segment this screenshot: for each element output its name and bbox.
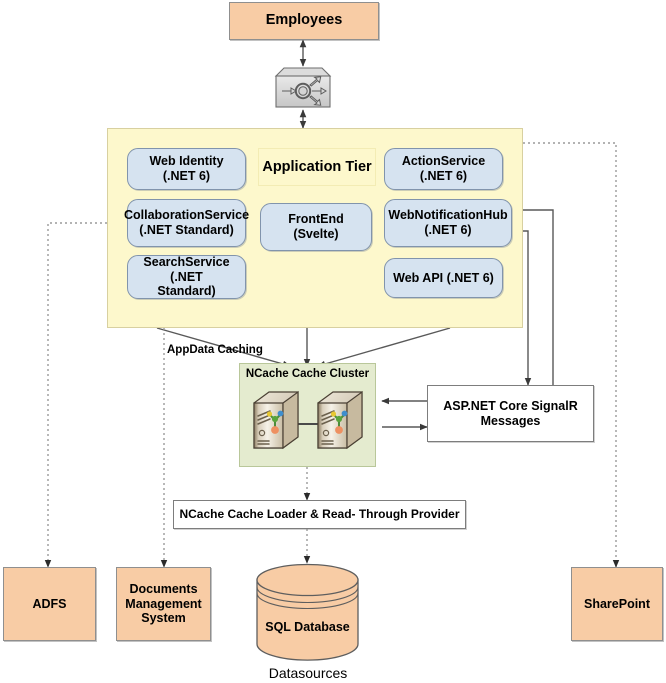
service-collaboration-service[interactable]: CollaborationService (.NET Standard) bbox=[124, 199, 249, 247]
cache-loader-box: NCache Cache Loader & Read- Through Prov… bbox=[173, 500, 466, 529]
server-icon bbox=[249, 389, 303, 451]
datasources-group-label: Datasources bbox=[268, 664, 348, 681]
datasource-adfs: ADFS bbox=[3, 567, 96, 641]
datasource-sql-database-label: SQL Database bbox=[265, 619, 350, 634]
architecture-diagram: Employees Application Tier Web Identity … bbox=[0, 0, 666, 683]
signalr-messages-box: ASP.NET Core SignalR Messages bbox=[427, 385, 594, 442]
datasource-documents-management-system: Documents Management System bbox=[116, 567, 211, 641]
server-icon bbox=[313, 389, 367, 451]
service-frontend[interactable]: FrontEnd (Svelte) bbox=[260, 203, 372, 251]
database-cylinder-icon bbox=[252, 563, 363, 661]
service-action-service[interactable]: ActionService (.NET 6) bbox=[384, 148, 503, 190]
ncache-cache-cluster-title: NCache Cache Cluster bbox=[245, 368, 370, 380]
datasource-sharepoint: SharePoint bbox=[571, 567, 663, 641]
service-web-identity[interactable]: Web Identity (.NET 6) bbox=[127, 148, 246, 190]
employees-box: Employees bbox=[229, 2, 379, 40]
appdata-caching-label: AppData Caching bbox=[167, 344, 263, 356]
router-icon bbox=[266, 66, 340, 110]
application-tier-label: Application Tier bbox=[258, 148, 376, 186]
service-web-notification-hub[interactable]: WebNotificationHub (.NET 6) bbox=[384, 199, 512, 247]
service-search-service[interactable]: SearchService (.NET Standard) bbox=[127, 255, 246, 299]
service-web-api[interactable]: Web API (.NET 6) bbox=[384, 258, 503, 298]
